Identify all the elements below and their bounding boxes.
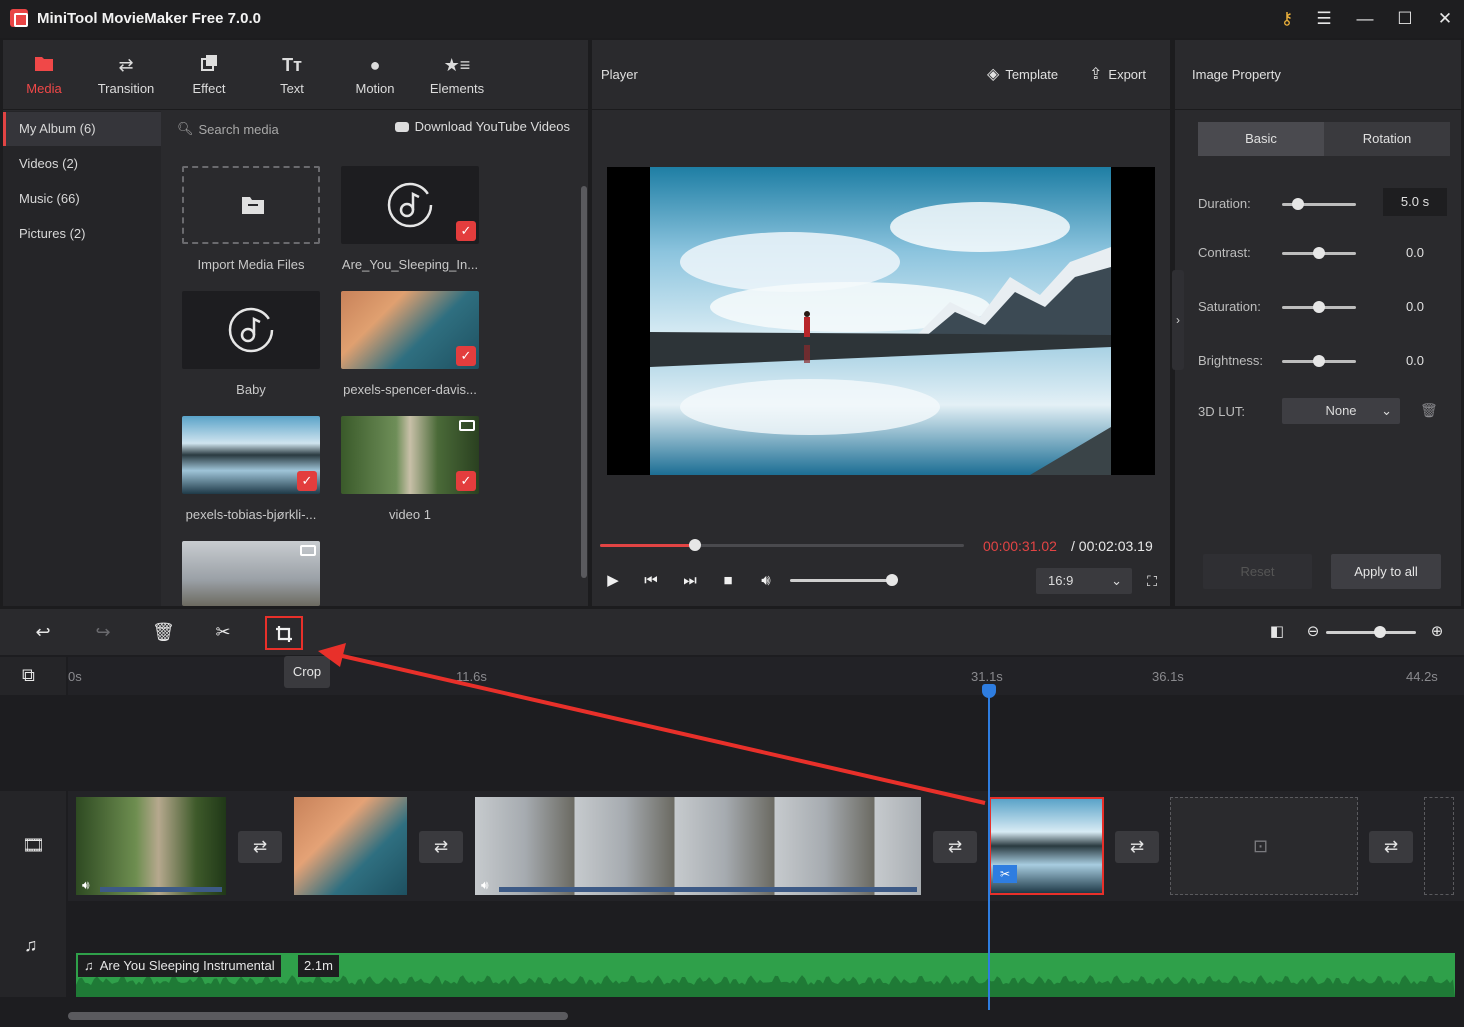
timeline-scrollbar[interactable] <box>68 1012 568 1020</box>
annotation-arrow <box>318 643 986 805</box>
app-window: MiniTool MovieMaker Free 7.0.0 ⚷ ☰ — ☐ ✕… <box>0 0 1464 1027</box>
